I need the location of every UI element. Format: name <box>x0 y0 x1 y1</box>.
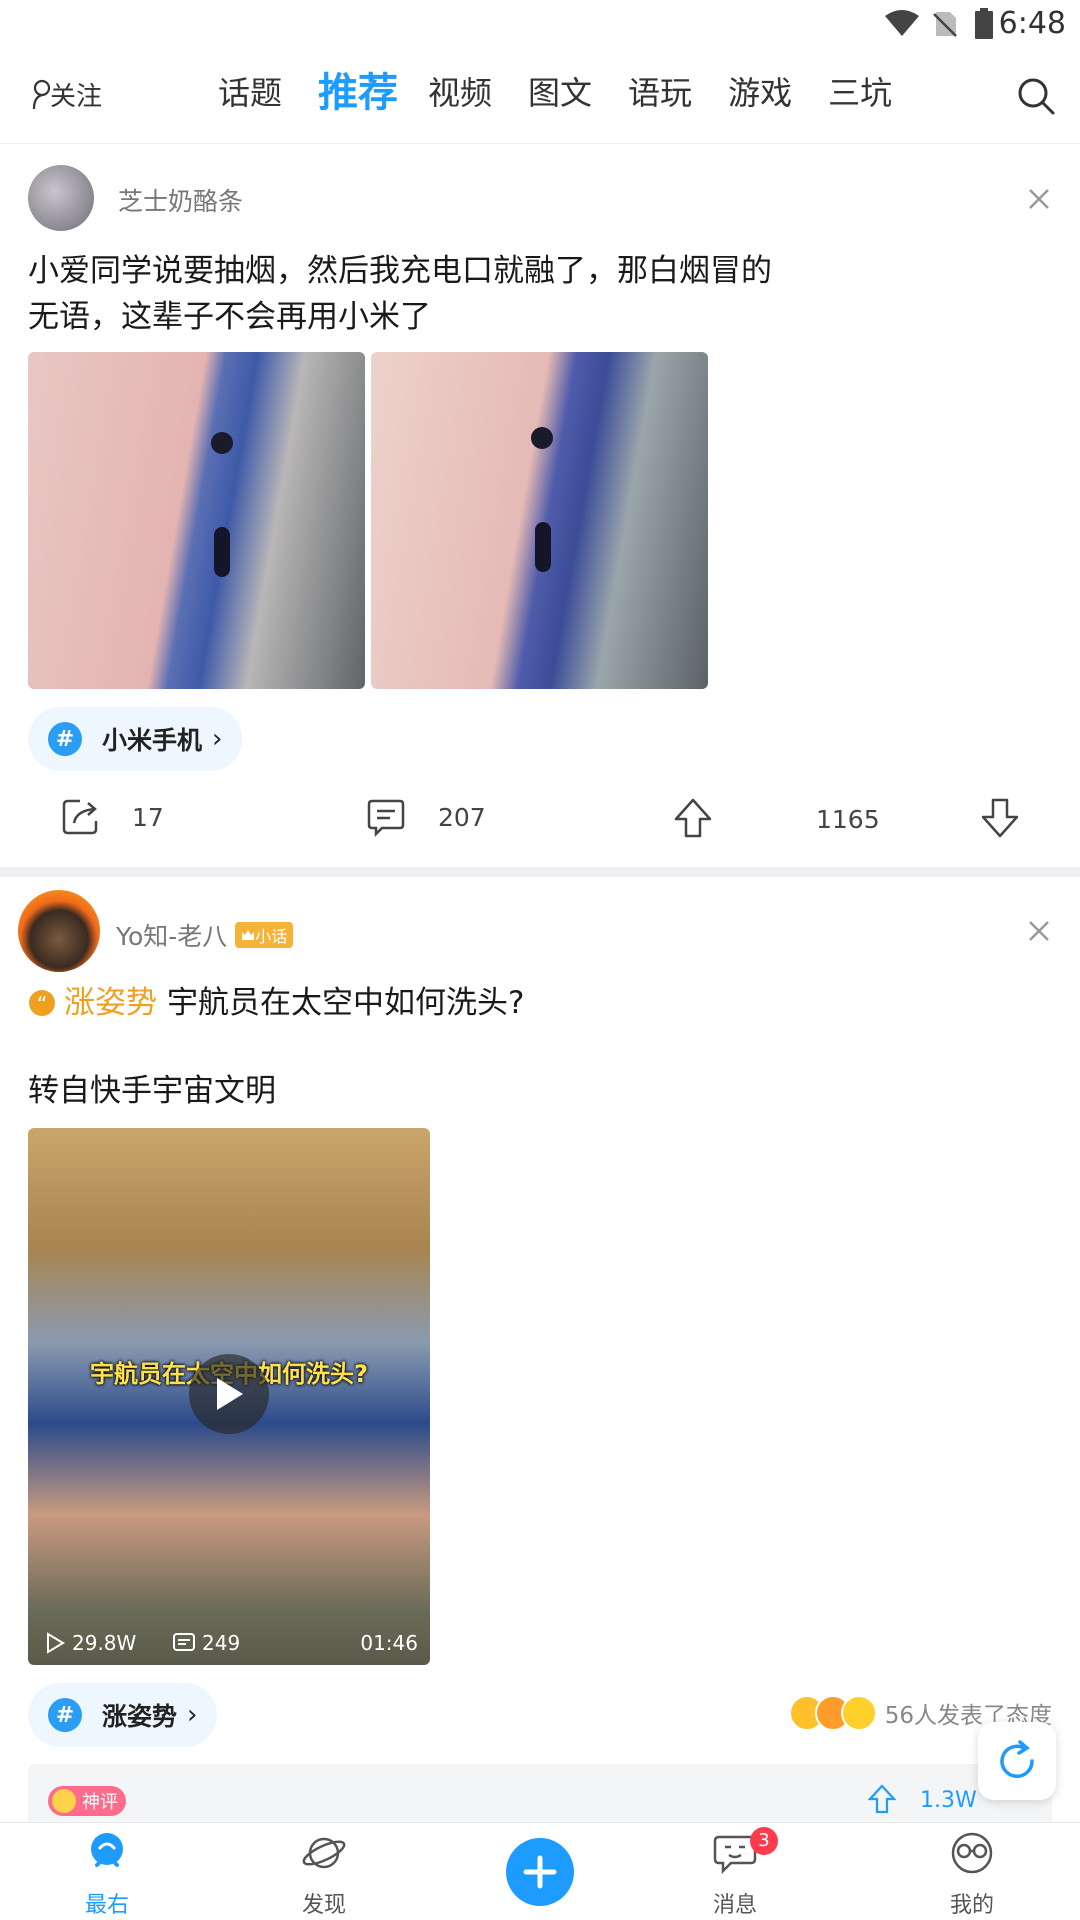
post-username: Yo知-老八 <box>116 922 228 951</box>
wink-emoji-icon <box>840 1695 877 1731</box>
chevron-right-icon: › <box>212 724 223 754</box>
nav-mine[interactable]: 我的 <box>917 1829 1027 1919</box>
post-text-line: 小爱同学说要抽烟，然后我充电口就融了，那白烟冒的 <box>28 253 772 289</box>
comment-count: 249 <box>202 1631 241 1655</box>
messages-badge: 3 <box>750 1827 778 1855</box>
phone-port <box>535 522 551 572</box>
post-title[interactable]: “ 涨姿势 宇航员在太空中如何洗头? <box>28 980 524 1026</box>
battery-icon <box>975 8 993 39</box>
comment-count: 207 <box>438 802 486 832</box>
crown-icon <box>242 930 255 940</box>
action-bar: 17 207 1165 <box>0 785 1080 855</box>
share-count: 17 <box>132 802 164 832</box>
tab-voice[interactable]: 语玩 <box>628 68 692 118</box>
search-icon[interactable] <box>1016 76 1056 116</box>
plus-icon <box>523 1855 557 1889</box>
divider <box>0 867 1080 877</box>
user-badge: 小话 <box>235 922 294 948</box>
share-button[interactable]: 17 <box>60 797 164 837</box>
post-author[interactable]: Yo知-老八 小话 <box>116 917 294 953</box>
nav-mine-label: 我的 <box>949 1893 994 1918</box>
emoji-stack <box>788 1695 877 1731</box>
upvote-count: 1165 <box>816 805 880 834</box>
topic-tag[interactable]: # 小米手机 › <box>28 707 243 771</box>
god-comment-label: 神评 <box>82 1792 118 1813</box>
downvote-button[interactable] <box>979 797 1021 839</box>
home-logo-icon <box>91 1833 123 1867</box>
video-duration: 01:46 <box>360 1631 418 1655</box>
no-sim-icon <box>933 12 957 37</box>
close-icon[interactable] <box>1026 186 1052 212</box>
topic-label: 涨姿势 <box>102 1702 178 1731</box>
post-username[interactable]: 芝士奶酪条 <box>118 182 243 218</box>
upvote-button[interactable] <box>672 797 714 839</box>
avatar[interactable] <box>28 165 94 231</box>
tab-video[interactable]: 视频 <box>428 68 492 118</box>
comment-icon <box>173 1633 195 1651</box>
tab-games[interactable]: 游戏 <box>728 68 792 118</box>
tab-topics[interactable]: 话题 <box>218 68 282 118</box>
person-icon <box>32 79 50 109</box>
post-text-line: 无语，这辈子不会再用小米了 <box>28 299 431 335</box>
planet-icon <box>302 1837 346 1869</box>
post-text[interactable]: 小爱同学说要抽烟，然后我充电口就融了，那白烟冒的 无语，这辈子不会再用小米了 <box>28 248 772 340</box>
comment-icon <box>367 799 405 837</box>
chevron-right-icon: › <box>187 1700 198 1730</box>
post-image[interactable] <box>28 352 365 689</box>
video-thumbnail[interactable]: 宇航员在太空中如何洗头? 29.8W 249 01:46 <box>28 1128 430 1665</box>
post-subtext: 转自快手宇宙文明 <box>28 1073 276 1109</box>
upvote-icon[interactable] <box>868 1784 896 1814</box>
phone-port <box>531 427 553 449</box>
nav-messages-label: 消息 <box>712 1893 757 1918</box>
phone-port <box>211 432 233 454</box>
share-icon <box>62 799 98 835</box>
nav-discover-label: 发现 <box>301 1893 346 1918</box>
god-comment-votes: 1.3W <box>920 1788 977 1813</box>
tab-sankeng[interactable]: 三坑 <box>828 68 892 118</box>
refresh-button[interactable] <box>978 1722 1056 1800</box>
god-comment-badge: 神评 <box>48 1786 126 1816</box>
category-label: 涨姿势 <box>64 985 157 1021</box>
svg-text:“: “ <box>37 992 47 1016</box>
phone-port <box>214 527 230 577</box>
nav-messages[interactable]: 3 消息 <box>680 1827 790 1919</box>
god-comment[interactable]: 神评 1.3W <box>28 1764 1052 1824</box>
follow-button[interactable]: 关注 <box>30 76 102 113</box>
tab-bar: 话题 推荐 视频 图文 语玩 游戏 三坑 <box>218 68 928 118</box>
follow-label: 关注 <box>50 82 103 112</box>
hashtag-icon: # <box>48 1698 82 1732</box>
video-comments: 249 <box>172 1631 240 1655</box>
quote-icon: “ <box>29 990 55 1016</box>
play-count: 29.8W <box>72 1631 137 1655</box>
play-outline-icon <box>47 1632 65 1654</box>
comment-button[interactable]: 207 <box>366 797 486 837</box>
wifi-icon <box>885 10 919 36</box>
create-post-button[interactable] <box>506 1838 574 1906</box>
refresh-icon <box>1000 1740 1034 1778</box>
nav-home[interactable]: 最右 <box>52 1829 162 1919</box>
avatar[interactable] <box>18 890 100 972</box>
upvote-icon <box>674 798 712 838</box>
hashtag-icon: # <box>48 722 82 756</box>
play-icon <box>217 1378 243 1410</box>
top-nav: 关注 话题 推荐 视频 图文 语玩 游戏 三坑 <box>0 50 1080 144</box>
close-icon[interactable] <box>1026 918 1052 944</box>
clock: 6:48 <box>998 6 1066 41</box>
profile-face-icon <box>951 1832 993 1874</box>
post-image[interactable] <box>371 352 708 689</box>
tab-recommend[interactable]: 推荐 <box>318 68 398 118</box>
downvote-icon <box>981 798 1019 838</box>
video-plays: 29.8W <box>44 1631 136 1655</box>
topic-tag[interactable]: # 涨姿势 › <box>28 1683 218 1747</box>
topic-label: 小米手机 <box>102 726 203 755</box>
badge-label: 小话 <box>255 927 288 946</box>
smile-icon <box>52 1789 76 1813</box>
tab-image-text[interactable]: 图文 <box>528 68 592 118</box>
status-bar: 6:48 <box>0 0 1080 50</box>
post-title-text: 宇航员在太空中如何洗头? <box>167 985 525 1021</box>
play-button[interactable] <box>189 1354 269 1434</box>
nav-home-label: 最右 <box>84 1893 129 1918</box>
nav-discover[interactable]: 发现 <box>269 1829 379 1919</box>
